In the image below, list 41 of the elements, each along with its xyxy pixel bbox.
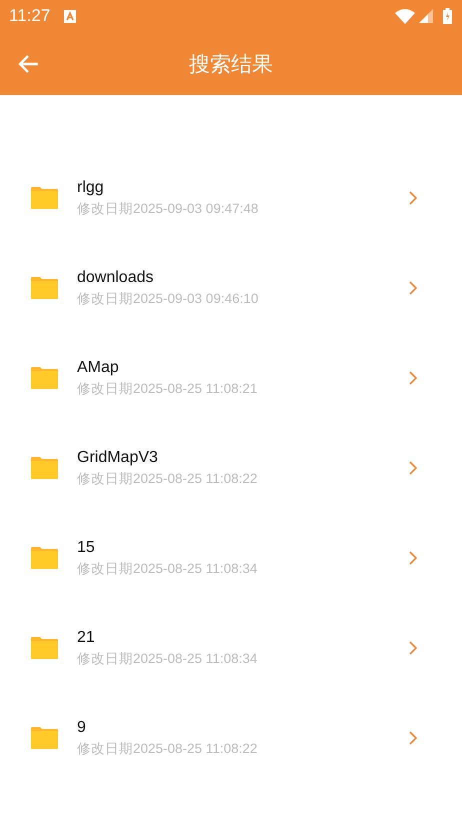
battery-icon (443, 8, 452, 24)
folder-row[interactable]: GridMapV3 修改日期2025-08-25 11:08:22 (0, 423, 462, 513)
folder-icon (31, 277, 58, 299)
chevron-right-icon (409, 371, 417, 385)
folder-name: downloads (77, 268, 154, 286)
wifi-icon (395, 8, 415, 24)
modified-date: 修改日期2025-08-25 11:08:22 (77, 740, 258, 758)
page-title: 搜索结果 (189, 52, 273, 78)
folder-icon (31, 637, 58, 659)
folder-name: AMap (77, 358, 120, 376)
folder-row[interactable]: 15 修改日期2025-08-25 11:08:34 (0, 513, 462, 603)
folder-name: 9 (77, 718, 87, 736)
modified-date: 修改日期2025-08-25 11:08:34 (77, 650, 258, 668)
folder-icon (31, 547, 58, 569)
folder-name: GridMapV3 (77, 448, 159, 466)
folder-icon (31, 367, 58, 389)
chevron-right-icon (409, 191, 417, 205)
chevron-right-icon (409, 551, 417, 565)
signal-icon (419, 9, 433, 23)
folder-row[interactable]: AMap 修改日期2025-08-25 11:08:21 (0, 333, 462, 423)
notification-icon (64, 10, 76, 22)
folder-icon (31, 727, 58, 749)
folder-row[interactable]: downloads 修改日期2025-09-03 09:46:10 (0, 243, 462, 333)
modified-date: 修改日期2025-08-25 11:08:34 (77, 560, 258, 578)
folder-row[interactable]: rlgg 修改日期2025-09-03 09:47:48 (0, 153, 462, 243)
folder-row[interactable]: 21 修改日期2025-08-25 11:08:34 (0, 603, 462, 693)
modified-date: 修改日期2025-08-25 11:08:21 (77, 380, 258, 398)
folder-icon (31, 457, 58, 479)
modified-date: 修改日期2025-08-25 11:08:22 (77, 470, 258, 488)
folder-name: rlgg (77, 178, 105, 196)
folder-icon (31, 187, 58, 209)
folder-name: 21 (77, 628, 96, 646)
folder-row[interactable]: 9 修改日期2025-08-25 11:08:22 (0, 693, 462, 783)
modified-date: 修改日期2025-09-03 09:47:48 (77, 200, 260, 218)
modified-date: 修改日期2025-09-03 09:46:10 (77, 290, 260, 308)
chevron-right-icon (409, 281, 417, 295)
status-time: 11:27 (9, 6, 50, 26)
folder-name: 15 (77, 538, 96, 556)
chevron-right-icon (409, 641, 417, 655)
chevron-right-icon (409, 461, 417, 475)
chevron-right-icon (409, 731, 417, 745)
